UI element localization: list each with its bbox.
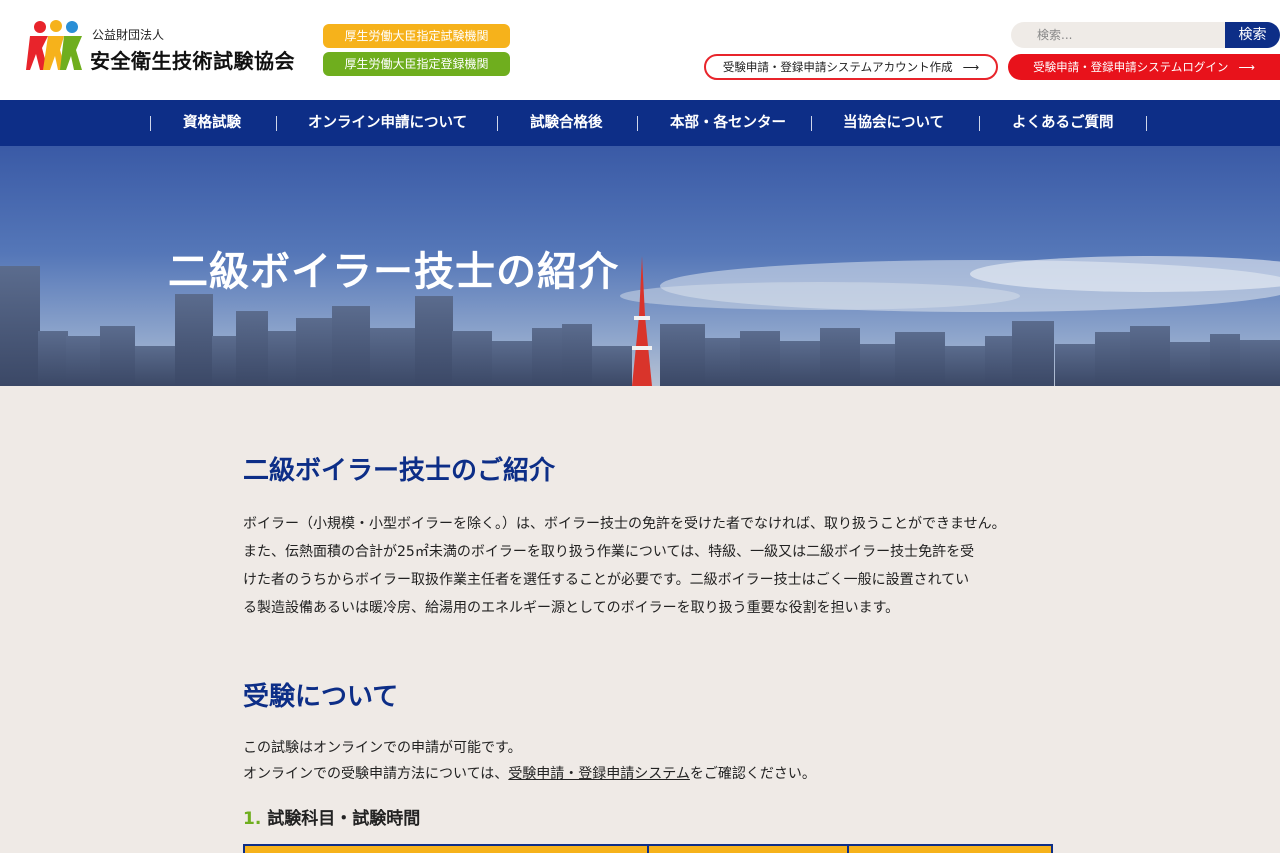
org-name[interactable]: 安全衛生技術試験協会 <box>90 45 295 74</box>
nav-item-online-application[interactable]: オンライン申請について <box>308 100 467 146</box>
exam-line: オンラインでの受験申請方法については、受験申請・登録申請システムをご確認ください… <box>243 761 1053 787</box>
designated-exam-badge: 厚生労働大臣指定試験機関 <box>323 24 510 48</box>
main-nav: 資格試験 オンライン申請について 試験合格後 本部・各センター 当協会について … <box>0 100 1280 146</box>
intro-line: また、伝熱面積の合計が25㎡未満のボイラーを取り扱う作業については、特級、一級又… <box>243 544 975 560</box>
nav-divider <box>497 116 498 131</box>
site-header: 公益財団法人 安全衛生技術試験協会 厚生労働大臣指定試験機関 厚生労働大臣指定登… <box>0 0 1280 100</box>
create-account-button[interactable]: 受験申請・登録申請システムアカウント作成 ⟶ <box>704 54 998 80</box>
nav-item-after-passing[interactable]: 試験合格後 <box>530 100 603 146</box>
intro-line: る製造設備あるいは暖冷房、給湯用のエネルギー源としてのボイラーを取り扱う重要な役… <box>243 600 900 616</box>
intro-paragraph: ボイラー（小規模・小型ボイラーを除く。）は、ボイラー技士の免許を受けた者でなけれ… <box>243 510 1053 622</box>
hero-banner: 二級ボイラー技士の紹介 <box>0 146 1280 386</box>
exam-line: この試験はオンラインでの申請が可能です。 <box>243 740 522 756</box>
system-login-label: 受験申請・登録申請システムログイン <box>1033 60 1229 74</box>
intro-line: ボイラー（小規模・小型ボイラーを除く。）は、ボイラー技士の免許を受けた者でなけれ… <box>243 516 1006 532</box>
create-account-label: 受験申請・登録申請システムアカウント作成 <box>722 60 953 74</box>
search-button[interactable]: 検索 <box>1225 22 1280 48</box>
section-title: 試験科目・試験時間 <box>267 809 421 829</box>
table-header-cell <box>649 846 849 853</box>
nav-divider <box>979 116 980 131</box>
intro-heading: 二級ボイラー技士のご紹介 <box>243 456 556 486</box>
exam-line-text: をご確認ください。 <box>689 766 816 782</box>
application-system-link[interactable]: 受験申請・登録申請システム <box>508 766 690 782</box>
nav-divider <box>1146 116 1147 131</box>
nav-item-centers[interactable]: 本部・各センター <box>670 100 786 146</box>
designated-registration-badge: 厚生労働大臣指定登録機関 <box>323 52 510 76</box>
page-title: 二級ボイラー技士の紹介 <box>168 249 619 295</box>
exam-subjects-table <box>243 844 1053 853</box>
nav-item-faq[interactable]: よくあるご質問 <box>1012 100 1114 146</box>
arrow-right-icon: ⟶ <box>1238 60 1255 74</box>
section-heading: 1. 試験科目・試験時間 <box>243 804 420 829</box>
arrow-right-icon: ⟶ <box>962 60 980 74</box>
exam-heading: 受験について <box>243 682 399 712</box>
site-logo-icon[interactable] <box>26 18 86 72</box>
org-type-label: 公益財団法人 <box>92 28 165 42</box>
search-input[interactable]: 検索... <box>1011 22 1225 48</box>
nav-divider <box>811 116 812 131</box>
exam-paragraph: この試験はオンラインでの申請が可能です。 オンラインでの受験申請方法については、… <box>243 735 1053 787</box>
table-header-cell <box>245 846 649 853</box>
nav-item-exams[interactable]: 資格試験 <box>183 100 241 146</box>
exam-line-text: オンラインでの受験申請方法については、 <box>243 766 509 782</box>
section-number: 1. <box>243 809 262 829</box>
nav-divider <box>276 116 277 131</box>
nav-item-about[interactable]: 当協会について <box>843 100 944 146</box>
system-login-button[interactable]: 受験申請・登録申請システムログイン ⟶ <box>1008 54 1280 80</box>
nav-divider <box>637 116 638 131</box>
nav-divider <box>150 116 151 131</box>
intro-line: けた者のうちからボイラー取扱作業主任者を選任することが必要です。二級ボイラー技士… <box>243 572 970 588</box>
